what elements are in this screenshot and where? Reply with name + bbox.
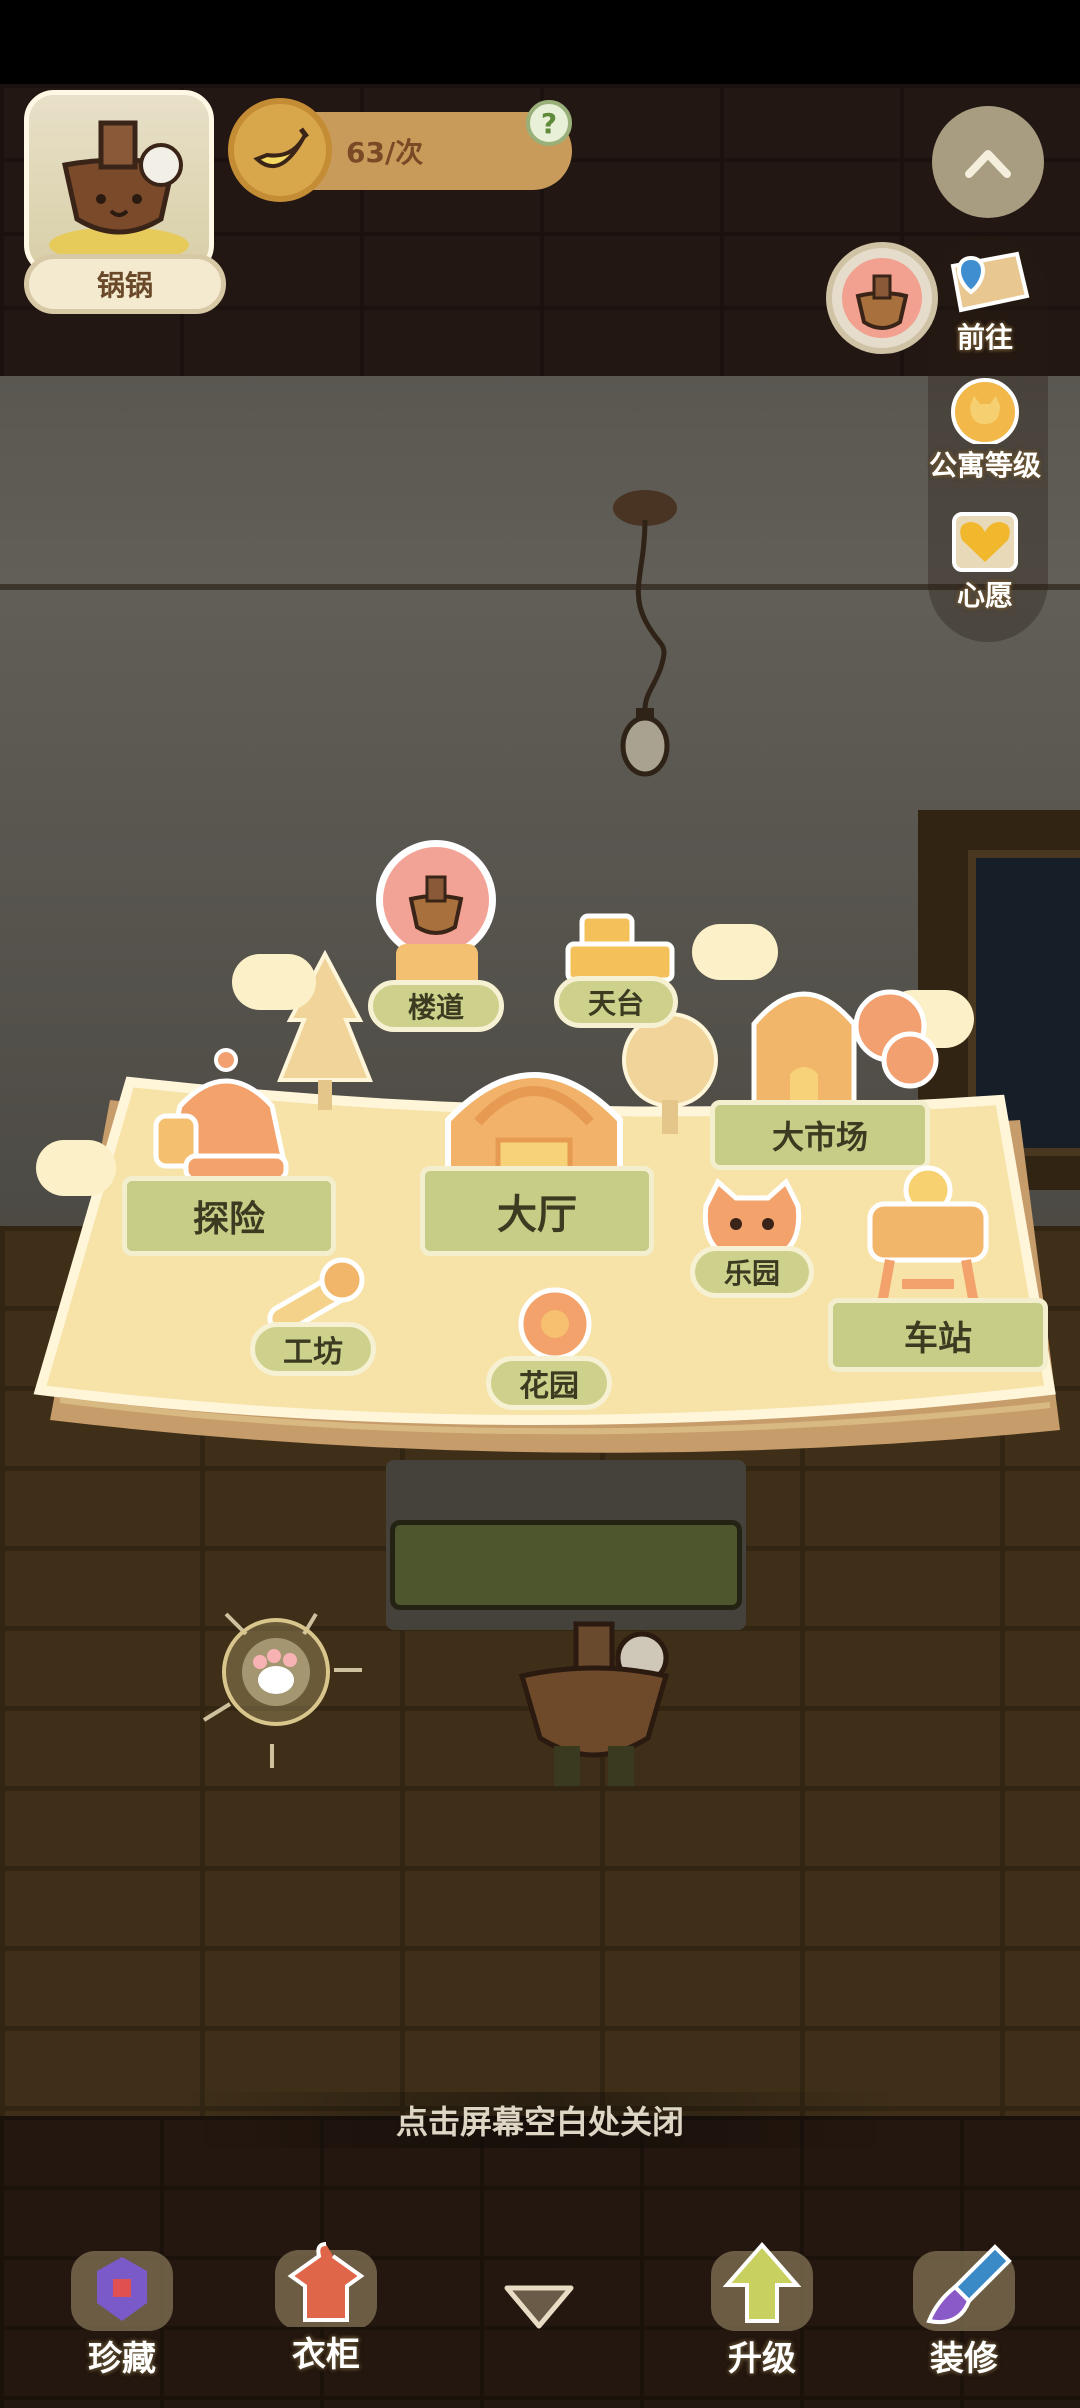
location-workshop[interactable]: 工坊 [250, 1322, 376, 1376]
treasure-icon [71, 2251, 173, 2331]
location-explore[interactable]: 探险 [122, 1176, 336, 1256]
location-garden[interactable]: 花园 [486, 1356, 612, 1410]
map-pin-icon [950, 251, 1030, 313]
paw-sparkle-icon[interactable] [196, 1600, 366, 1770]
paintbrush-icon [913, 2244, 1015, 2331]
cat-medal-icon [951, 378, 1019, 444]
pot-character-icon [49, 120, 189, 255]
location-rooftop[interactable]: 天台 [554, 976, 678, 1028]
current-location-marker[interactable] [826, 242, 938, 354]
heart-icon [952, 512, 1018, 572]
upgrade-label: 升级 [728, 2339, 796, 2379]
banana-icon [228, 98, 332, 202]
location-station[interactable]: 车站 [828, 1298, 1048, 1372]
location-park[interactable]: 乐园 [690, 1246, 814, 1298]
goto-button[interactable]: 前往 [930, 246, 1040, 356]
pot-character-icon [842, 258, 922, 338]
wish-button[interactable]: 心愿 [930, 504, 1040, 614]
location-market[interactable]: 大市场 [710, 1100, 930, 1170]
decorate-button[interactable]: 装修 [894, 2240, 1034, 2380]
status-bar [0, 0, 1080, 84]
wardrobe-label: 衣柜 [292, 2335, 360, 2375]
cloud-decoration [232, 954, 316, 1010]
goto-label: 前往 [956, 321, 1013, 354]
station-building-icon [867, 1165, 989, 1305]
banana-rate-text: 63/次 [346, 136, 424, 169]
apartment-level-button[interactable]: 公寓等级 [918, 374, 1052, 484]
collection-label: 珍藏 [88, 2339, 156, 2379]
player-avatar[interactable] [24, 90, 214, 275]
cloud-decoration [36, 1140, 116, 1196]
wardrobe-button[interactable]: 衣柜 [256, 2236, 396, 2376]
wardrobe-icon [275, 2242, 377, 2327]
stairway-current-marker [376, 840, 496, 960]
player-name-label: 锅锅 [24, 254, 226, 314]
explore-building-icon [153, 1048, 289, 1183]
decorate-label: 装修 [930, 2339, 998, 2379]
upgrade-button[interactable]: 升级 [692, 2240, 832, 2380]
chevron-up-icon [965, 150, 1011, 178]
upgrade-arrow-icon [711, 2241, 813, 2331]
chevron-down-icon [504, 2285, 574, 2329]
collection-button[interactable]: 珍藏 [52, 2240, 192, 2380]
apartment-level-label: 公寓等级 [928, 449, 1041, 482]
collapse-button[interactable] [932, 106, 1044, 218]
wish-label: 心愿 [956, 579, 1013, 612]
help-button[interactable]: ? [526, 100, 572, 146]
close-hint-text: 点击屏幕空白处关闭 [180, 2092, 900, 2148]
pot-character-sprite[interactable] [504, 1600, 684, 1800]
location-lobby[interactable]: 大厅 [420, 1166, 654, 1256]
expand-menu-button[interactable] [496, 2274, 582, 2338]
pot-character-icon [408, 875, 464, 935]
location-stairway[interactable]: 楼道 [368, 980, 504, 1032]
